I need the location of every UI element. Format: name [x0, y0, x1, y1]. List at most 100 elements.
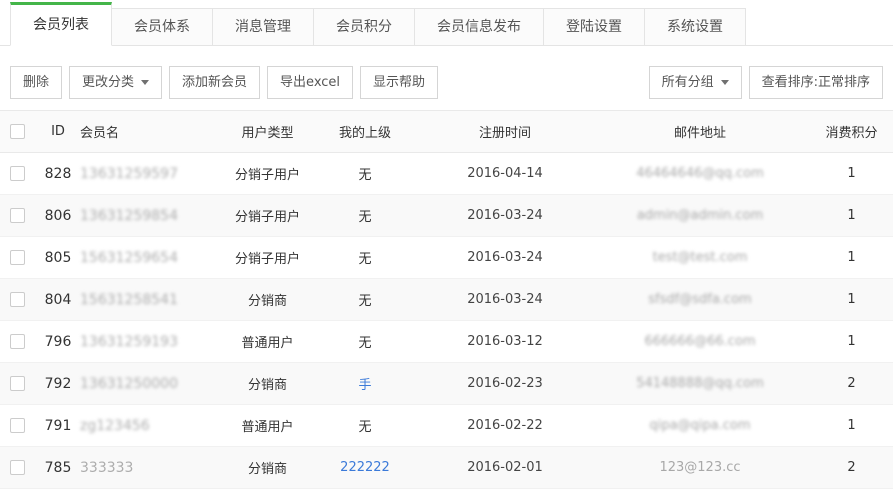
cell-reg-date: 2016-03-24: [420, 237, 590, 279]
tab-message-management[interactable]: 消息管理: [213, 8, 314, 46]
cell-member-name: 15631258541: [80, 279, 225, 321]
cell-member-name: 13631250000: [80, 363, 225, 405]
row-select-cell: [0, 447, 36, 489]
cell-reg-date: 2016-03-12: [420, 321, 590, 363]
cell-points: 1: [810, 405, 893, 447]
cell-points: 1: [810, 321, 893, 363]
cell-reg-date: 2016-02-22: [420, 405, 590, 447]
select-all-header-cell: [0, 111, 36, 153]
delete-button[interactable]: 删除: [10, 66, 62, 99]
toolbar-right: 所有分组查看排序:正常排序: [642, 66, 883, 99]
cell-member-name: 13631259854: [80, 195, 225, 237]
col-member-name-header: 会员名: [80, 111, 225, 153]
table-row: 80613631259854分销子用户无2016-03-24admin@admi…: [0, 195, 893, 237]
cell-member-name: zg123456: [80, 405, 225, 447]
row-select-cell: [0, 279, 36, 321]
tab-bar: 会员列表会员体系消息管理会员积分会员信息发布登陆设置系统设置: [0, 0, 893, 46]
cell-id: 785: [36, 447, 80, 489]
cell-reg-date: 2016-03-24: [420, 195, 590, 237]
row-select-cell: [0, 405, 36, 447]
row-checkbox[interactable]: [10, 334, 25, 349]
cell-email: 46464646@qq.com: [590, 153, 810, 195]
tab-member-list[interactable]: 会员列表: [10, 2, 112, 46]
cell-upline: 无: [310, 279, 420, 321]
cell-id: 806: [36, 195, 80, 237]
cell-member-name: 15631259654: [80, 237, 225, 279]
col-id-header: ID: [36, 111, 80, 153]
export-excel-button[interactable]: 导出excel: [267, 66, 353, 99]
cell-email: 123@123.cc: [590, 447, 810, 489]
select-all-checkbox[interactable]: [10, 124, 25, 139]
table-row: 79213631250000分销商手2016-02-2354148888@qq.…: [0, 363, 893, 405]
table-header-row: ID会员名用户类型我的上级注册时间邮件地址消费积分: [0, 111, 893, 153]
cell-member-name: 13631259193: [80, 321, 225, 363]
cell-id: 804: [36, 279, 80, 321]
cell-id: 791: [36, 405, 80, 447]
change-category-button[interactable]: 更改分类: [69, 66, 162, 99]
view-sort-button-label: 查看排序:正常排序: [762, 67, 870, 98]
chevron-down-icon: [721, 80, 729, 85]
table-row: 79613631259193普通用户无2016-03-12666666@66.c…: [0, 321, 893, 363]
row-checkbox[interactable]: [10, 418, 25, 433]
cell-points: 2: [810, 447, 893, 489]
col-email-header: 邮件地址: [590, 111, 810, 153]
row-checkbox[interactable]: [10, 292, 25, 307]
row-select-cell: [0, 321, 36, 363]
tab-system-settings[interactable]: 系统设置: [645, 8, 746, 46]
show-help-button-label: 显示帮助: [373, 67, 425, 98]
cell-points: 1: [810, 195, 893, 237]
tab-member-points[interactable]: 会员积分: [314, 8, 415, 46]
row-checkbox[interactable]: [10, 208, 25, 223]
cell-user-type: 分销子用户: [225, 153, 310, 195]
upline-link[interactable]: 222222: [340, 460, 390, 475]
row-select-cell: [0, 237, 36, 279]
toolbar-left: 删除 更改分类 添加新会员导出excel 显示帮助: [10, 66, 445, 99]
cell-id: 828: [36, 153, 80, 195]
upline-link[interactable]: 手: [358, 378, 371, 393]
cell-id: 805: [36, 237, 80, 279]
tab-member-info-publish[interactable]: 会员信息发布: [415, 8, 544, 46]
toolbar: 删除 更改分类 添加新会员导出excel 显示帮助 所有分组查看排序:正常排序: [0, 46, 893, 110]
table-body: 82813631259597分销子用户无2016-04-1446464646@q…: [0, 153, 893, 489]
row-checkbox[interactable]: [10, 460, 25, 475]
table-row: 80515631259654分销子用户无2016-03-24test@test.…: [0, 237, 893, 279]
cell-user-type: 普通用户: [225, 321, 310, 363]
cell-user-type: 分销商: [225, 363, 310, 405]
cell-id: 796: [36, 321, 80, 363]
delete-button-label: 删除: [23, 67, 49, 98]
cell-email: qipa@qipa.com: [590, 405, 810, 447]
row-checkbox[interactable]: [10, 166, 25, 181]
table-row: 80415631258541分销商无2016-03-24sfsdf@sdfa.c…: [0, 279, 893, 321]
cell-points: 2: [810, 363, 893, 405]
cell-upline: 手: [310, 363, 420, 405]
cell-points: 1: [810, 279, 893, 321]
row-checkbox[interactable]: [10, 376, 25, 391]
cell-upline: 无: [310, 321, 420, 363]
show-help-button[interactable]: 显示帮助: [360, 66, 438, 99]
cell-upline: 无: [310, 237, 420, 279]
col-reg-date-header: 注册时间: [420, 111, 590, 153]
cell-reg-date: 2016-02-23: [420, 363, 590, 405]
cell-email: test@test.com: [590, 237, 810, 279]
col-upline-header: 我的上级: [310, 111, 420, 153]
cell-email: 666666@66.com: [590, 321, 810, 363]
member-admin-window: 会员列表会员体系消息管理会员积分会员信息发布登陆设置系统设置 删除 更改分类 添加新…: [0, 0, 893, 490]
tab-member-system[interactable]: 会员体系: [112, 8, 213, 46]
export-excel-button-label: 导出excel: [280, 67, 340, 98]
add-member-button[interactable]: 添加新会员: [169, 66, 260, 99]
cell-points: 1: [810, 237, 893, 279]
row-checkbox[interactable]: [10, 250, 25, 265]
row-select-cell: [0, 363, 36, 405]
cell-upline: 无: [310, 195, 420, 237]
cell-email: admin@admin.com: [590, 195, 810, 237]
change-category-button-label: 更改分类: [82, 67, 134, 98]
all-groups-button[interactable]: 所有分组: [649, 66, 742, 99]
tab-login-settings[interactable]: 登陆设置: [544, 8, 645, 46]
col-user-type-header: 用户类型: [225, 111, 310, 153]
table-row: 791zg123456普通用户无2016-02-22qipa@qipa.com1: [0, 405, 893, 447]
cell-user-type: 分销子用户: [225, 237, 310, 279]
view-sort-button[interactable]: 查看排序:正常排序: [749, 66, 883, 99]
cell-member-name: 333333: [80, 447, 225, 489]
table-row: 82813631259597分销子用户无2016-04-1446464646@q…: [0, 153, 893, 195]
cell-id: 792: [36, 363, 80, 405]
